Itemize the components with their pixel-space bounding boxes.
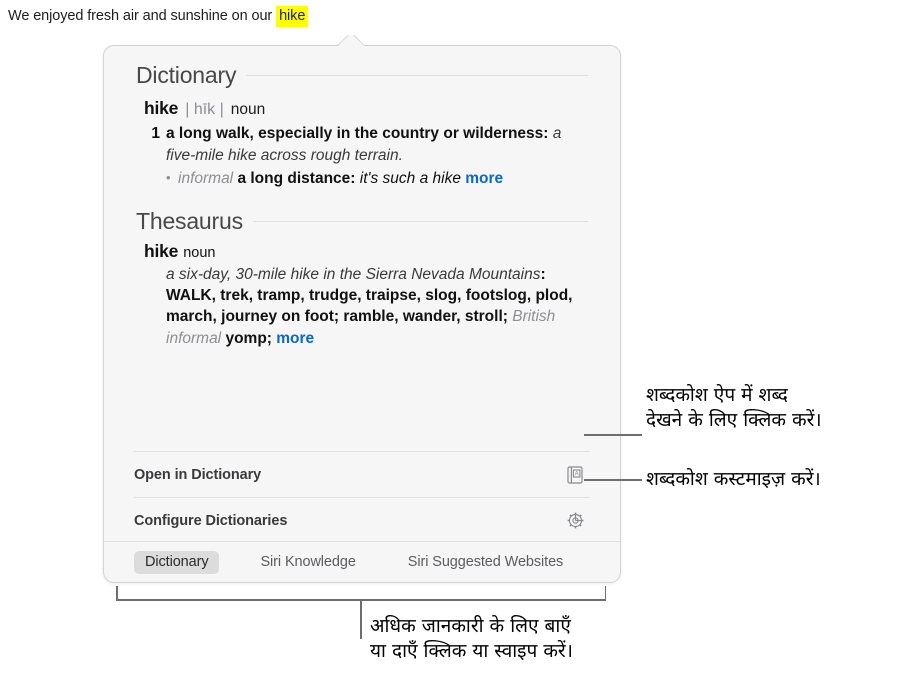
dictionary-part-of-speech: noun — [230, 101, 266, 118]
annotation-configure-dictionaries: शब्दकोश कस्टमाइज़ करें। — [646, 467, 821, 492]
subsense-definition: a long distance: — [237, 169, 356, 187]
dictionary-popover: Dictionary hike | hīk | noun 1 a long walk… — [103, 35, 621, 583]
dictionary-entry: hike | hīk | noun 1 a long walk, especiall… — [144, 96, 620, 190]
dictionary-book-icon[interactable]: A — [565, 465, 585, 485]
leader-line-configure-dictionaries — [584, 479, 642, 481]
thesaurus-entry: hike noun a six-day, 30-mile hike in the … — [144, 241, 620, 350]
tab-dictionary[interactable]: Dictionary — [134, 550, 220, 574]
annotation-configure-dictionaries-line1: शब्दकोश कस्टमाइज़ करें। — [646, 468, 821, 490]
dictionary-pronunciation: | hīk | — [185, 101, 224, 118]
thesaurus-section-rule — [252, 220, 588, 222]
thesaurus-headword: hike — [144, 240, 179, 261]
source-sentence: We enjoyed fresh air and sunshine on our… — [8, 6, 309, 27]
thesaurus-primary-synonym: WALK — [166, 286, 212, 304]
subsense-text: informal a long distance: it's such a hi… — [178, 168, 580, 190]
thesaurus-more-link[interactable]: more — [276, 330, 314, 347]
subsense-usage-label: informal — [178, 169, 234, 187]
dictionary-subsense: • informal a long distance: it's such a … — [166, 168, 580, 190]
dictionary-more-link[interactable]: more — [465, 170, 503, 187]
annotation-open-in-dictionary-line1: शब्दकोश ऐप में शब्द — [646, 384, 788, 406]
annotation-open-in-dictionary-line2: देखने के लिए क्लिक करें। — [646, 409, 822, 432]
popover-actions: Open in Dictionary A Configure Dictionar… — [104, 451, 620, 543]
configure-dictionaries-label: Configure Dictionaries — [134, 512, 288, 529]
tab-siri-suggested-websites[interactable]: Siri Suggested Websites — [397, 551, 574, 574]
dictionary-section-rule — [246, 75, 588, 76]
dictionary-section-title: Dictionary — [136, 62, 237, 88]
open-in-dictionary-label: Open in Dictionary — [134, 466, 262, 483]
annotation-tabs-hint-line2: या दाएँ क्लिक या स्वाइप करें। — [370, 640, 573, 663]
dictionary-headword: hike — [144, 98, 179, 118]
sense-text: a long walk, especially in the country o… — [166, 123, 580, 166]
dictionary-headword-row: hike | hīk | noun — [144, 96, 580, 121]
bullet-icon: • — [166, 169, 171, 185]
sentence-text-before: We enjoyed fresh air and sunshine on our — [8, 8, 277, 24]
highlighted-word[interactable]: hike — [276, 6, 309, 27]
svg-text:A: A — [574, 471, 578, 477]
thesaurus-synonyms: a six-day, 30-mile hike in the Sierra Ne… — [166, 264, 580, 350]
thesaurus-regional-synonym: yomp; — [221, 329, 277, 347]
thesaurus-headword-row: hike noun — [144, 241, 580, 262]
annotation-open-in-dictionary: शब्दकोश ऐप में शब्द देखने के लिए क्लिक क… — [646, 383, 822, 433]
sense-definition: a long walk, especially in the country o… — [166, 125, 549, 143]
sense-number: 1 — [151, 125, 160, 143]
open-in-dictionary-row[interactable]: Open in Dictionary A — [134, 451, 590, 497]
annotation-tabs-hint-line1: अधिक जानकारी के लिए बाएँ — [370, 615, 571, 637]
thesaurus-example: a six-day, 30-mile hike in the Sierra Ne… — [166, 265, 541, 283]
popover-tab-bar: Dictionary Siri Knowledge Siri Suggested… — [104, 541, 620, 582]
gear-icon[interactable] — [565, 511, 585, 531]
configure-dictionaries-row[interactable]: Configure Dictionaries — [134, 497, 590, 543]
thesaurus-colon: : — [540, 265, 546, 283]
dictionary-sense-1: 1 a long walk, especially in the country… — [144, 123, 580, 166]
tab-siri-knowledge[interactable]: Siri Knowledge — [249, 551, 366, 574]
thesaurus-part-of-speech: noun — [183, 244, 216, 261]
thesaurus-section-title: Thesaurus — [136, 207, 243, 234]
annotation-tabs-hint: अधिक जानकारी के लिए बाएँ या दाएँ क्लिक य… — [370, 614, 573, 664]
thesaurus-section-header: Thesaurus — [136, 208, 620, 235]
subsense-example: it's such a hike — [355, 169, 461, 187]
dictionary-section-header: Dictionary — [136, 62, 620, 89]
leader-line-open-in-dictionary — [584, 434, 642, 436]
leader-line-tabs-hint — [360, 599, 362, 639]
